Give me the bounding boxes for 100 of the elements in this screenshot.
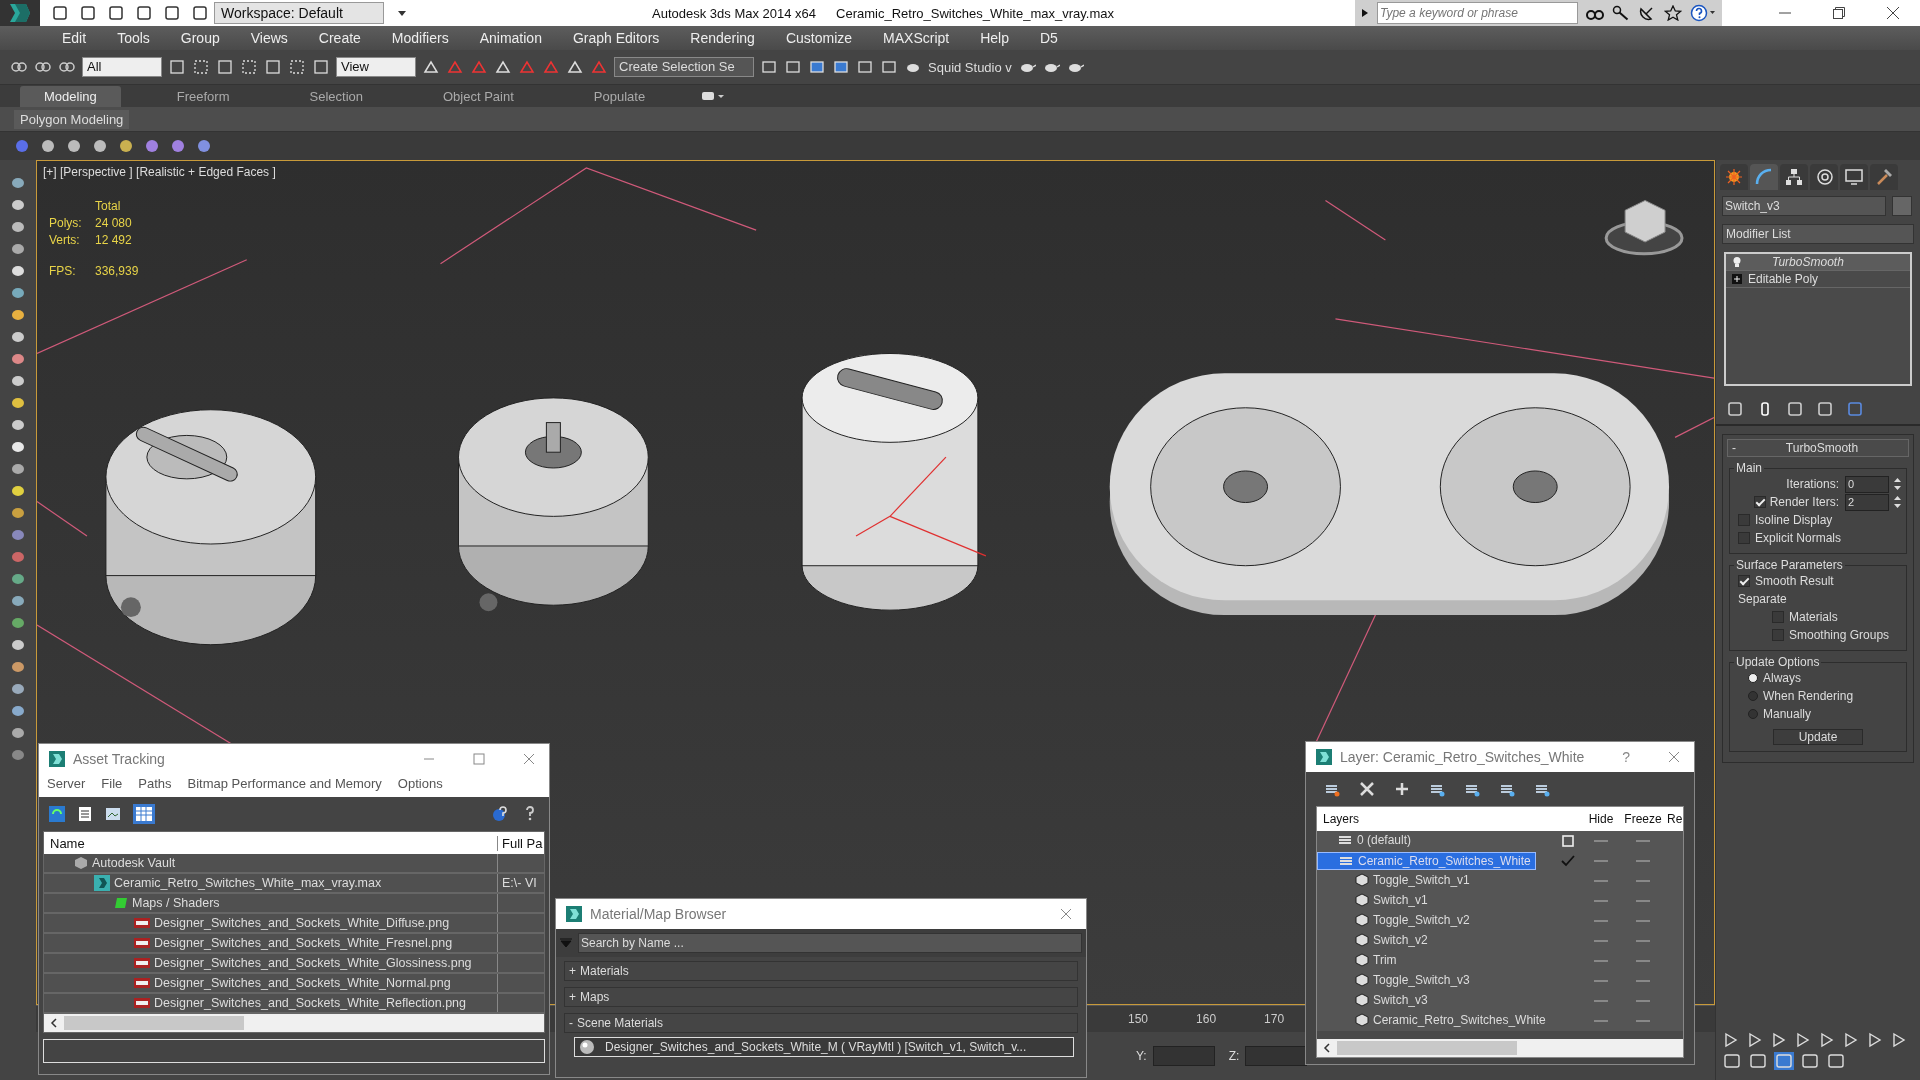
tool-icon[interactable]: [760, 58, 778, 76]
spinner-arrows-icon[interactable]: [1893, 476, 1902, 492]
playback-icon[interactable]: [1722, 1032, 1740, 1048]
tool-icon[interactable]: [118, 138, 134, 154]
menu-item[interactable]: Views: [250, 30, 288, 46]
radio-label[interactable]: When Rendering: [1763, 689, 1854, 703]
satellite-icon[interactable]: [1638, 5, 1656, 21]
tool-icon[interactable]: [10, 198, 26, 212]
tool-icon[interactable]: [196, 138, 212, 154]
search-field[interactable]: Search by Name ...: [578, 933, 1082, 953]
layer-tree-item[interactable]: Ceramic_Retro_Switches_White: [1317, 851, 1536, 870]
tool-icon[interactable]: [168, 58, 186, 76]
toolbar-icon[interactable]: [108, 5, 124, 21]
refresh-icon[interactable]: [49, 806, 65, 822]
star-icon[interactable]: [1664, 5, 1682, 21]
create-tab[interactable]: [1720, 164, 1748, 190]
stack-tool-icon[interactable]: [1816, 400, 1834, 418]
tool-icon[interactable]: [170, 138, 186, 154]
object-color-swatch[interactable]: [1892, 196, 1912, 216]
tool-icon[interactable]: [10, 308, 26, 322]
app-logo-icon[interactable]: [0, 0, 40, 26]
tool-icon[interactable]: [10, 330, 26, 344]
current-layer-check-icon[interactable]: [1561, 855, 1575, 867]
checkbox[interactable]: [1738, 575, 1750, 587]
ribbon-options-icon[interactable]: [701, 90, 726, 102]
ribbon-tab[interactable]: Populate: [569, 85, 670, 107]
tool-icon[interactable]: [144, 138, 160, 154]
tool-icon[interactable]: [66, 138, 82, 154]
tool-icon[interactable]: [10, 726, 26, 740]
ribbon-tab[interactable]: Selection: [285, 85, 387, 107]
column-header[interactable]: Name: [44, 835, 498, 851]
spinner-arrows-icon[interactable]: [1893, 494, 1902, 510]
column-header[interactable]: Full Pa: [498, 835, 544, 851]
menu-item[interactable]: Customize: [785, 30, 853, 46]
menu-item[interactable]: Options: [397, 776, 443, 791]
stack-tool-icon[interactable]: [1726, 400, 1744, 418]
material-group-header[interactable]: + Maps: [564, 987, 1078, 1007]
close-icon[interactable]: [1886, 6, 1900, 20]
tool-icon[interactable]: [10, 418, 26, 432]
display-tab[interactable]: [1840, 164, 1868, 190]
named-selection-dropdown[interactable]: Create Selection Se: [614, 57, 754, 77]
modifier-list-dropdown[interactable]: Modifier List: [1722, 224, 1914, 244]
spinner-field[interactable]: 2: [1845, 493, 1889, 511]
menu-item[interactable]: Animation: [479, 30, 542, 46]
current-layer-box-icon[interactable]: [1562, 835, 1574, 847]
tool-icon[interactable]: [880, 58, 898, 76]
menu-item[interactable]: Graph Editors: [572, 30, 660, 46]
horizontal-scrollbar[interactable]: [44, 1014, 544, 1032]
navigation-icon[interactable]: [1748, 1052, 1768, 1070]
material-group-header[interactable]: - Scene Materials: [564, 1013, 1078, 1033]
menu-item[interactable]: File: [101, 776, 123, 791]
tool-icon[interactable]: [10, 374, 26, 388]
menu-item[interactable]: Modifiers: [391, 30, 449, 46]
tool-icon[interactable]: [216, 58, 234, 76]
tool-icon[interactable]: [784, 58, 802, 76]
checkbox-label[interactable]: Explicit Normals: [1755, 531, 1841, 545]
coordinate-field[interactable]: [1245, 1046, 1308, 1066]
playback-icon[interactable]: [1890, 1032, 1908, 1048]
tool-icon[interactable]: [494, 58, 512, 76]
help-icon[interactable]: [491, 805, 509, 823]
tool-icon[interactable]: [10, 286, 26, 300]
workspace-dropdown[interactable]: Workspace: Default: [214, 2, 384, 24]
menu-item[interactable]: D5: [1039, 30, 1058, 46]
toolbar-icon[interactable]: [136, 5, 152, 21]
checkbox-label[interactable]: Smoothing Groups: [1789, 628, 1890, 642]
tool-icon[interactable]: [422, 58, 440, 76]
menu-item[interactable]: Rendering: [690, 30, 755, 46]
asset-name[interactable]: Maps / Shaders: [132, 896, 220, 910]
modifier-stack-item[interactable]: Editable Poly: [1748, 272, 1819, 286]
column-header[interactable]: Freeze: [1619, 812, 1667, 826]
playback-icon[interactable]: [1842, 1032, 1860, 1048]
tool-icon[interactable]: [288, 58, 306, 76]
lightbulb-icon[interactable]: [1732, 256, 1742, 268]
ribbon-panel-label[interactable]: Polygon Modeling: [14, 109, 130, 129]
navigation-icon[interactable]: [1826, 1052, 1846, 1070]
tool-icon[interactable]: [40, 138, 56, 154]
delete-icon[interactable]: [1359, 781, 1375, 797]
tool-icon[interactable]: [10, 616, 26, 630]
checkbox[interactable]: [1772, 629, 1784, 641]
tool-icon[interactable]: [10, 594, 26, 608]
tool-icon[interactable]: [10, 506, 26, 520]
playback-icon[interactable]: [1794, 1032, 1812, 1048]
help-button[interactable]: ?: [1622, 749, 1630, 765]
tool-icon[interactable]: [264, 58, 282, 76]
navigation-icon[interactable]: [1800, 1052, 1820, 1070]
column-header[interactable]: Layers: [1317, 812, 1553, 826]
tool-icon[interactable]: [312, 58, 330, 76]
tool-icon[interactable]: [10, 682, 26, 696]
list-icon[interactable]: [77, 806, 93, 822]
tool-icon[interactable]: [832, 58, 850, 76]
toolbar-icon[interactable]: [80, 5, 96, 21]
layer-tree-item[interactable]: Trim: [1335, 952, 1401, 968]
checkbox-label[interactable]: Materials: [1789, 610, 1838, 624]
radio-button[interactable]: [1748, 691, 1758, 701]
utilities-tab[interactable]: [1870, 164, 1898, 190]
radio-label[interactable]: Always: [1763, 671, 1801, 685]
tool-icon[interactable]: [10, 484, 26, 498]
checkbox-label[interactable]: Smooth Result: [1755, 574, 1834, 588]
checkbox-label[interactable]: Isoline Display: [1755, 513, 1833, 527]
modifier-stack-list[interactable]: TurboSmooth Editable Poly: [1724, 252, 1912, 386]
